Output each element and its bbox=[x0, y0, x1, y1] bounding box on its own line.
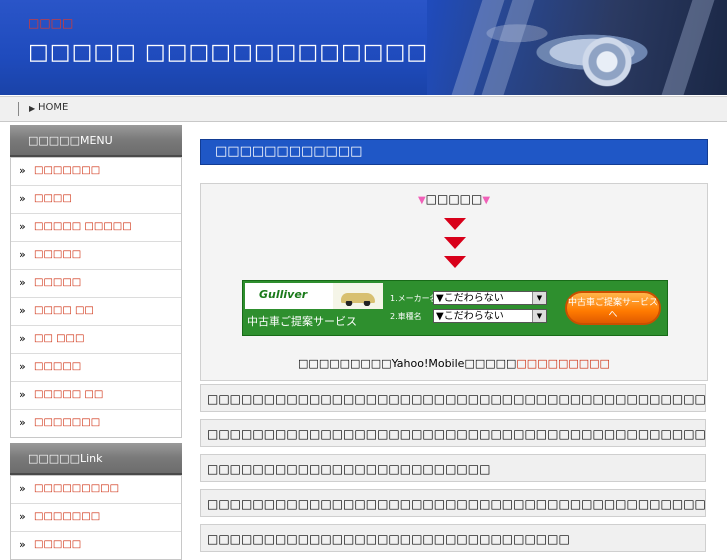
gulliver-banner[interactable]: Gulliver 中古車ご提案サービス 1.メーカー名 2.車種名 ▼こだわらな… bbox=[242, 280, 668, 336]
maker-label: 1.メーカー名 bbox=[390, 294, 438, 303]
sidebar-menu-link[interactable]: □□□□□ bbox=[34, 277, 81, 288]
double-chevron-icon: » bbox=[19, 220, 26, 233]
promo-footer: □□□□□□□□□Yahoo!Mobile□□□□□□□□□□□□□□ bbox=[201, 357, 707, 370]
dropdown-arrow-icon: ▼ bbox=[532, 310, 546, 322]
main-content: □□□□□□□□□□□□ ▼□□□□□▼ Gulliver 中古車ご提案サービス… bbox=[200, 139, 708, 552]
promo-heading-text: □□□□□ bbox=[425, 192, 483, 206]
sidebar-menu-item[interactable]: » □□□□□□□ bbox=[11, 158, 181, 186]
sidebar-menu-heading: □□□□□MENU bbox=[10, 125, 182, 157]
model-label: 2.車種名 bbox=[390, 312, 422, 321]
double-chevron-icon: » bbox=[19, 192, 26, 205]
sidebar-menu: » □□□□□□□ » □□□□ » □□□□□ □□□□□ » □□□□□ » □□□□… bbox=[10, 157, 182, 438]
sidebar-menu-link[interactable]: □□□□□ □□□□□ bbox=[34, 221, 132, 232]
model-select-value: ▼こだわらない bbox=[436, 311, 504, 322]
triangle-down-icon: ▼ bbox=[482, 195, 491, 206]
gulliver-logo: Gulliver bbox=[245, 283, 333, 309]
sidebar-links-box: □□□□□Link » □□□□□□□□□ » □□□□□□□ » □□□□□ bbox=[10, 443, 182, 560]
sidebar-menu-link[interactable]: □□□□ □□ bbox=[34, 305, 94, 316]
sidebar-menu-item[interactable]: » □□□□ □□ bbox=[11, 298, 181, 326]
sidebar-menu-link[interactable]: □□□□ bbox=[34, 193, 72, 204]
model-select[interactable]: ▼こだわらない ▼ bbox=[433, 309, 547, 323]
sidebar-menu-link[interactable]: □□□□□□□ bbox=[34, 417, 100, 428]
site-header: □□□□ □□□□□ □□□□□□□□□□□□□ bbox=[0, 0, 727, 95]
breadcrumb-divider bbox=[18, 102, 19, 116]
sidebar-menu-link[interactable]: □□□□□ bbox=[34, 249, 81, 260]
double-chevron-icon: » bbox=[19, 388, 26, 401]
sidebar-link-item[interactable]: » □□□□□ bbox=[11, 532, 181, 559]
sidebar-link-item[interactable]: » □□□□□□□□□ bbox=[11, 476, 181, 504]
sidebar-menu-item[interactable]: » □□□□□ bbox=[11, 242, 181, 270]
triangle-down-icon: ▼ bbox=[417, 195, 426, 206]
arrow-down-icon bbox=[444, 218, 466, 230]
double-chevron-icon: » bbox=[19, 276, 26, 289]
sidebar-menu-item[interactable]: » □□ □□□ bbox=[11, 326, 181, 354]
promo-heading: ▼□□□□□▼ bbox=[201, 192, 707, 206]
sidebar-link-list: » □□□□□□□□□ » □□□□□□□ » □□□□□ bbox=[10, 475, 182, 560]
page-title: □□□□□□□□□□□□ bbox=[200, 139, 708, 165]
content-row[interactable]: □□□□□□□□□□□□□□□□□□□□□□□□□□□□□□□□ bbox=[200, 524, 706, 552]
sidebar: □□□□□MENU » □□□□□□□ » □□□□ » □□□□□ □□□□□ » □… bbox=[10, 125, 182, 560]
content-row[interactable]: □□□□□□□□□□□□□□□□□□□□□□□□□ bbox=[200, 454, 706, 482]
sidebar-menu-item[interactable]: » □□□□□ □□ bbox=[11, 382, 181, 410]
content-row[interactable]: □□□□□□□□□□□□□□□□□□□□□□□□□□□□□□□□□□□□□□□□… bbox=[200, 489, 706, 517]
sidebar-menu-item[interactable]: » □□□□□□□ bbox=[11, 410, 181, 437]
maker-select[interactable]: ▼こだわらない ▼ bbox=[433, 291, 547, 305]
breadcrumb: ▶ HOME bbox=[0, 96, 727, 122]
sidebar-link-item[interactable]: » □□□□□□□ bbox=[11, 504, 181, 532]
site-tagline: □□□□ bbox=[28, 16, 74, 30]
sidebar-link[interactable]: □□□□□□□□□ bbox=[34, 483, 119, 494]
car-proposal-button[interactable]: 中古車ご提案サービスへ bbox=[565, 291, 661, 325]
content-row[interactable]: □□□□□□□□□□□□□□□□□□□□□□□□□□□□□□□□□□□□□□□□… bbox=[200, 419, 706, 447]
promo-footer-text: □□□□□□□□□Yahoo!Mobile□□□□□ bbox=[298, 357, 517, 370]
promo-panel: ▼□□□□□▼ Gulliver 中古車ご提案サービス 1.メーカー名 2.車種… bbox=[200, 183, 708, 381]
breadcrumb-home-link[interactable]: HOME bbox=[38, 102, 68, 113]
chevron-right-icon: ▶ bbox=[29, 104, 36, 113]
banner-service-text: 中古車ご提案サービス bbox=[247, 315, 357, 328]
double-chevron-icon: » bbox=[19, 164, 26, 177]
sidebar-menu-link[interactable]: □□□□□□□ bbox=[34, 165, 100, 176]
sidebar-menu-link[interactable]: □□ □□□ bbox=[34, 333, 84, 344]
sidebar-menu-item[interactable]: » □□□□□ □□□□□ bbox=[11, 214, 181, 242]
site-title[interactable]: □□□□□ □□□□□□□□□□□□□ bbox=[28, 40, 428, 65]
double-chevron-icon: » bbox=[19, 248, 26, 261]
header-motorcycle-image bbox=[427, 0, 727, 95]
sidebar-link-heading: □□□□□Link bbox=[10, 443, 182, 475]
brand-name: Gulliver bbox=[259, 288, 308, 301]
sidebar-menu-item[interactable]: » □□□□ bbox=[11, 186, 181, 214]
promo-footer-link[interactable]: □□□□□□□□□ bbox=[516, 357, 610, 370]
double-chevron-icon: » bbox=[19, 332, 26, 345]
sidebar-menu-link[interactable]: □□□□□ □□ bbox=[34, 389, 103, 400]
maker-select-value: ▼こだわらない bbox=[436, 293, 504, 304]
sidebar-menu-item[interactable]: » □□□□□ bbox=[11, 270, 181, 298]
double-chevron-icon: » bbox=[19, 482, 26, 495]
dropdown-arrow-icon: ▼ bbox=[532, 292, 546, 304]
double-chevron-icon: » bbox=[19, 416, 26, 429]
content-row[interactable]: □□□□□□□□□□□□□□□□□□□□□□□□□□□□□□□□□□□□□□□□… bbox=[200, 384, 706, 412]
sidebar-menu-item[interactable]: » □□□□□ bbox=[11, 354, 181, 382]
double-chevron-icon: » bbox=[19, 304, 26, 317]
double-chevron-icon: » bbox=[19, 510, 26, 523]
double-chevron-icon: » bbox=[19, 360, 26, 373]
car-image bbox=[333, 283, 383, 309]
sidebar-link[interactable]: □□□□□□□ bbox=[34, 511, 100, 522]
arrow-down-icon bbox=[444, 237, 466, 249]
arrow-down-icon bbox=[444, 256, 466, 268]
sidebar-menu-link[interactable]: □□□□□ bbox=[34, 361, 81, 372]
